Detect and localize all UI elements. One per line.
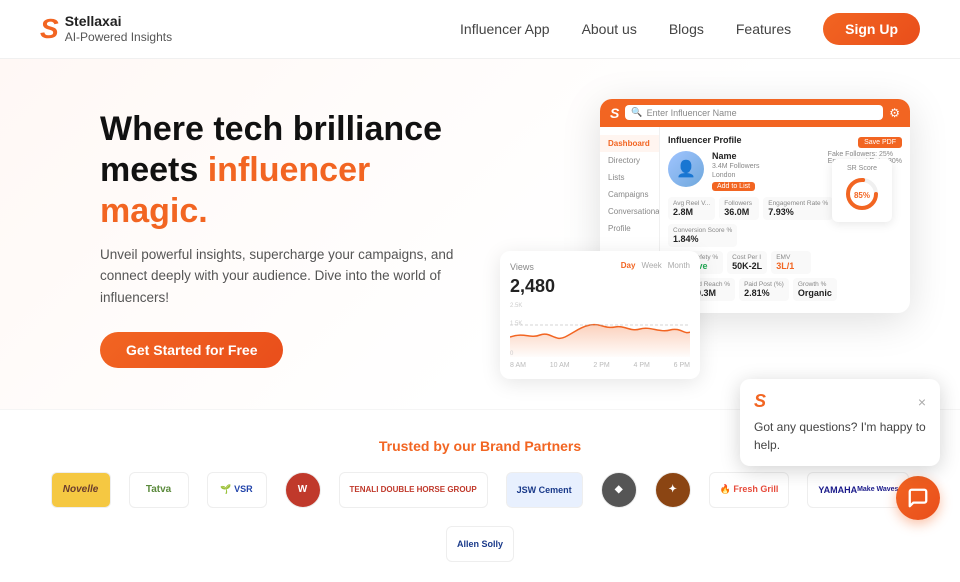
svg-text:85%: 85%	[854, 191, 870, 200]
hero-title-highlight: influencer	[208, 151, 370, 189]
chat-close-button[interactable]: ×	[918, 395, 926, 409]
cta-button[interactable]: Get Started for Free	[100, 332, 283, 368]
xaxis-2pm: 2 PM	[593, 362, 609, 369]
brand-novelle: Novelle	[51, 472, 111, 508]
brand-round1: ◆	[601, 472, 637, 508]
brand-warrior: W	[285, 472, 321, 508]
sidebar-item-lists[interactable]: Lists	[600, 169, 659, 186]
xaxis-6pm: 6 PM	[674, 362, 690, 369]
chart-xaxis: 8 AM 10 AM 2 PM 4 PM 6 PM	[510, 362, 690, 369]
sidebar-item-profile[interactable]: Profile	[600, 220, 659, 237]
chart-svg: AVG 2.5K 1.5K 0	[510, 297, 690, 357]
hero-title-line3: magic.	[100, 192, 208, 230]
stat-growth: Growth % Organic	[793, 278, 837, 301]
trusted-title-prefix: Trusted by our Brand	[379, 438, 524, 454]
profile-followers: 3.4M Followers	[712, 163, 759, 170]
hero-title-line1: Where tech brilliance	[100, 110, 442, 148]
brand-round2: ✦	[655, 472, 691, 508]
avatar: 👤	[668, 151, 704, 187]
brand-tenali: TENALI DOUBLE HORSE GROUP	[339, 472, 488, 508]
sidebar-item-dashboard[interactable]: Dashboard	[600, 135, 659, 152]
xaxis-10am: 10 AM	[550, 362, 570, 369]
sidebar-item-campaigns[interactable]: Campaigns	[600, 186, 659, 203]
hero-title-line2: meets	[100, 151, 208, 189]
chart-tab-week[interactable]: Week	[641, 261, 661, 270]
nav-features[interactable]: Features	[736, 21, 791, 37]
dash-header: S 🔍 Enter Influencer Name ⚙	[600, 99, 910, 127]
stat-emv: EMV 3L/1	[771, 251, 811, 274]
trusted-title-highlight: Partners	[524, 438, 581, 454]
chat-logo-icon: S	[754, 391, 766, 412]
navbar: S Stellaxai AI-Powered Insights Influenc…	[0, 0, 960, 59]
hero-title: Where tech brilliance meets influencer m…	[100, 109, 460, 231]
stat-avg-reel: Avg Reel V... 2.8M	[668, 197, 715, 220]
chat-open-button[interactable]	[896, 476, 940, 520]
profile-location: London	[712, 172, 759, 179]
svg-text:2.5K: 2.5K	[510, 303, 522, 309]
tag-add-list[interactable]: Add to List	[712, 182, 755, 191]
stat-engagement: Engagement Rate % 7.93%	[763, 197, 833, 220]
brand-vsr: 🌱 VSR	[207, 472, 267, 508]
xaxis-8am: 8 AM	[510, 362, 526, 369]
brand-allen: Allen Solly	[446, 526, 514, 562]
chat-message: Got any questions? I'm happy to help.	[754, 418, 926, 454]
stats-row-3: Estimated Reach % 3.3M-9.3M Paid Post (%…	[668, 278, 902, 301]
sr-score-box: SR Score 85%	[832, 159, 892, 222]
dashboard-mockup: S 🔍 Enter Influencer Name ⚙ Dashboard Di…	[500, 99, 920, 379]
xaxis-4pm: 4 PM	[634, 362, 650, 369]
sr-score-label: SR Score	[840, 165, 884, 172]
dash-logo: S	[610, 105, 619, 121]
chart-tabs: Day Week Month	[621, 261, 690, 270]
sr-score-donut: 85%	[844, 176, 880, 212]
logo-tagline: AI-Powered Insights	[65, 30, 172, 44]
profile-tags: Add to List	[712, 182, 759, 191]
svg-text:1.5K: 1.5K	[510, 321, 522, 327]
profile-name: Name	[712, 151, 759, 161]
brand-jsw: JSW Cement	[506, 472, 583, 508]
views-value: 2,480	[510, 276, 690, 297]
nav-influencer-app[interactable]: Influencer App	[460, 21, 550, 37]
logo: S Stellaxai AI-Powered Insights	[40, 12, 172, 46]
nav-about-us[interactable]: About us	[582, 21, 637, 37]
search-icon: 🔍	[631, 107, 642, 118]
hero-description: Unveil powerful insights, supercharge yo…	[100, 244, 460, 309]
chart-header: Views Day Week Month	[510, 261, 690, 274]
hero-left: Where tech brilliance meets influencer m…	[100, 109, 460, 368]
save-pdf-button[interactable]: Save PDF	[858, 137, 902, 148]
sidebar-item-conversational[interactable]: Conversational	[600, 203, 659, 220]
chat-bubble: S × Got any questions? I'm happy to help…	[740, 379, 940, 466]
stats-row-2: Brand Safety % Positive Cost Per I 50K-2…	[668, 251, 902, 274]
hero-section: Where tech brilliance meets influencer m…	[0, 59, 960, 409]
profile-info: Name 3.4M Followers London Add to List	[712, 151, 759, 191]
chart-tab-month[interactable]: Month	[668, 261, 690, 270]
views-label: Views	[510, 262, 534, 272]
nav-blogs[interactable]: Blogs	[669, 21, 704, 37]
settings-icon: ⚙	[889, 106, 900, 120]
logo-brand: Stellaxai	[65, 12, 172, 30]
logo-icon: S	[40, 15, 59, 43]
stat-cost: Cost Per I 50K-2L	[727, 251, 767, 274]
stat-conversion: Conversion Score % 1.84%	[668, 224, 737, 247]
brand-tatva: Tatva	[129, 472, 189, 508]
chart-tab-day[interactable]: Day	[621, 261, 636, 270]
stat-paid-post: Paid Post (%) 2.81%	[739, 278, 789, 301]
nav-links: Influencer App About us Blogs Features S…	[460, 13, 920, 45]
sidebar-item-directory[interactable]: Directory	[600, 152, 659, 169]
signup-button[interactable]: Sign Up	[823, 13, 920, 45]
dash-search: 🔍 Enter Influencer Name	[625, 105, 883, 120]
section-title: Influencer Profile	[668, 135, 742, 145]
search-placeholder: Enter Influencer Name	[647, 108, 737, 118]
chat-bubble-header: S ×	[754, 391, 926, 412]
stat-followers: Followers 36.0M	[719, 197, 759, 220]
chat-widget: S × Got any questions? I'm happy to help…	[740, 379, 940, 520]
chart-card: Views Day Week Month 2,480 AVG	[500, 251, 700, 379]
